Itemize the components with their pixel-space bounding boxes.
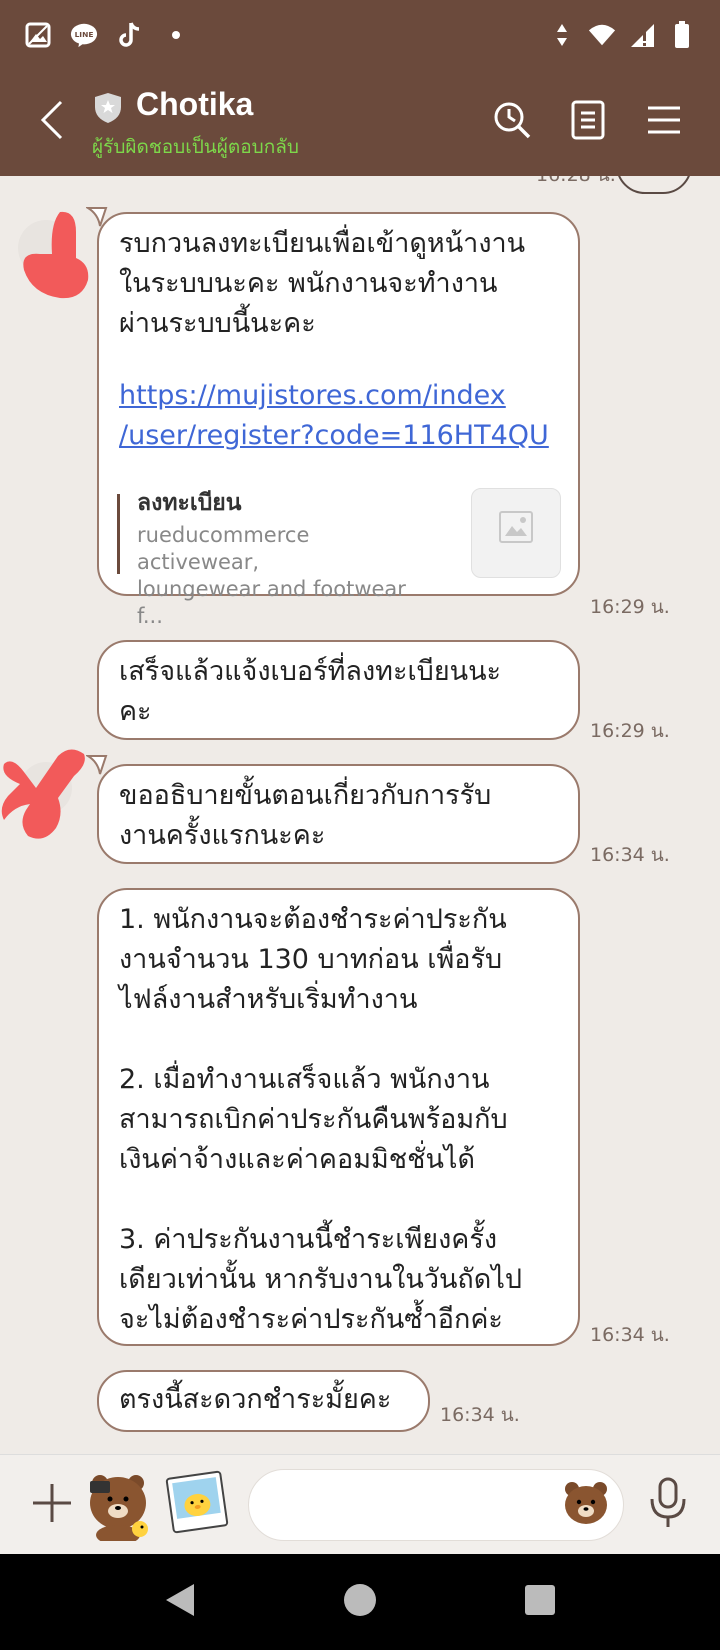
add-button[interactable]	[30, 1481, 74, 1525]
message-text: 1. พนักงานจะต้องชำระค่าประกัน งานจำนวน 1…	[119, 904, 523, 1335]
prev-message-bubble	[616, 176, 692, 194]
shield-icon	[94, 92, 122, 124]
message-text: เสร็จแล้วแจ้งเบอร์ที่ลงทะเบียนนะ คะ	[119, 656, 502, 727]
message-bubble[interactable]: เสร็จแล้วแจ้งเบอร์ที่ลงทะเบียนนะ คะ	[97, 640, 580, 740]
message-time: 16:34 น.	[440, 1404, 520, 1426]
link-preview[interactable]: ลงทะเบียน rueducommerce activewear, loun…	[117, 488, 561, 628]
avatar[interactable]	[16, 210, 92, 306]
register-link[interactable]: https://mujistores.com/index /user/regis…	[119, 376, 558, 456]
photo-sticker-button[interactable]	[164, 1469, 236, 1541]
sally-photo-icon	[164, 1470, 230, 1539]
sticker-button[interactable]	[84, 1469, 156, 1545]
nav-home-icon	[342, 1582, 378, 1622]
chat-area[interactable]: 16:28 น. รบกวนลงทะเบียนเพื่อเข้าดูหน้างา…	[0, 176, 720, 1454]
message-text: ขออธิบายขั้นตอนเกี่ยวกับการรับ งานครั้งแ…	[119, 780, 492, 851]
line-icon: LINE	[70, 20, 98, 50]
back-icon	[39, 98, 65, 146]
menu-button[interactable]	[640, 96, 688, 148]
emoji-button[interactable]	[562, 1479, 610, 1527]
message-time: 16:29 น.	[590, 596, 670, 618]
status-bar: LINE	[0, 0, 720, 72]
mic-icon	[648, 1477, 688, 1533]
nav-recent-button[interactable]	[520, 1582, 560, 1622]
image-placeholder-icon	[499, 511, 533, 555]
message-bubble[interactable]: 1. พนักงานจะต้องชำระค่าประกัน งานจำนวน 1…	[97, 888, 580, 1346]
system-nav-bar	[0, 1554, 720, 1650]
voice-button[interactable]	[648, 1477, 692, 1529]
preview-thumbnail	[471, 488, 561, 578]
status-left-icons: LINE	[24, 20, 190, 50]
message-text: ตรงนี้สะดวกชำระมั้ยคะ	[119, 1384, 392, 1415]
emoji-icon	[562, 1482, 610, 1531]
wifi-icon	[588, 20, 616, 50]
message-bubble[interactable]: รบกวนลงทะเบียนเพื่อเข้าดูหน้างาน ในระบบน…	[97, 212, 580, 628]
message-time: 16:34 น.	[590, 1324, 670, 1346]
signal-icon	[628, 20, 656, 50]
brown-sticker-icon	[84, 1475, 156, 1545]
message-bubble[interactable]: ตรงนี้สะดวกชำระมั้ยคะ	[97, 1370, 430, 1432]
search-history-button[interactable]	[488, 96, 536, 148]
prev-message-time: 16:28 น.	[536, 176, 616, 190]
notes-button[interactable]	[564, 96, 612, 148]
plus-icon	[30, 1484, 74, 1529]
tiktok-icon	[116, 20, 144, 50]
nav-recent-icon	[524, 1584, 556, 1620]
contact-name[interactable]: Chotika	[136, 86, 253, 123]
avatar[interactable]	[0, 744, 92, 848]
nav-back-button[interactable]	[160, 1582, 200, 1622]
battery-icon	[668, 20, 696, 50]
message-composer	[0, 1454, 720, 1554]
status-right-icons	[548, 20, 696, 50]
contact-subtitle: ผู้รับผิดชอบเป็นผู้ตอบกลับ	[92, 136, 299, 158]
preview-title: ลงทะเบียน	[137, 490, 242, 516]
data-arrows-icon	[548, 20, 576, 50]
preview-description: rueducommerce activewear, loungewear and…	[137, 523, 406, 628]
preview-bar	[117, 494, 120, 574]
nav-back-icon	[164, 1582, 196, 1622]
dot-icon	[162, 20, 190, 50]
message-time: 16:29 น.	[590, 720, 670, 742]
back-button[interactable]	[32, 94, 72, 150]
message-bubble[interactable]: ขออธิบายขั้นตอนเกี่ยวกับการรับ งานครั้งแ…	[97, 764, 580, 864]
gallery-icon	[24, 20, 52, 50]
menu-icon	[646, 105, 682, 139]
message-text: รบกวนลงทะเบียนเพื่อเข้าดูหน้างาน ในระบบน…	[119, 228, 526, 339]
search-history-icon	[492, 100, 532, 144]
svg-text:LINE: LINE	[75, 30, 94, 39]
chat-header: Chotika ผู้รับผิดชอบเป็นผู้ตอบกลับ	[0, 72, 720, 176]
message-time: 16:34 น.	[590, 844, 670, 866]
nav-home-button[interactable]	[340, 1582, 380, 1622]
notes-icon	[571, 100, 605, 144]
